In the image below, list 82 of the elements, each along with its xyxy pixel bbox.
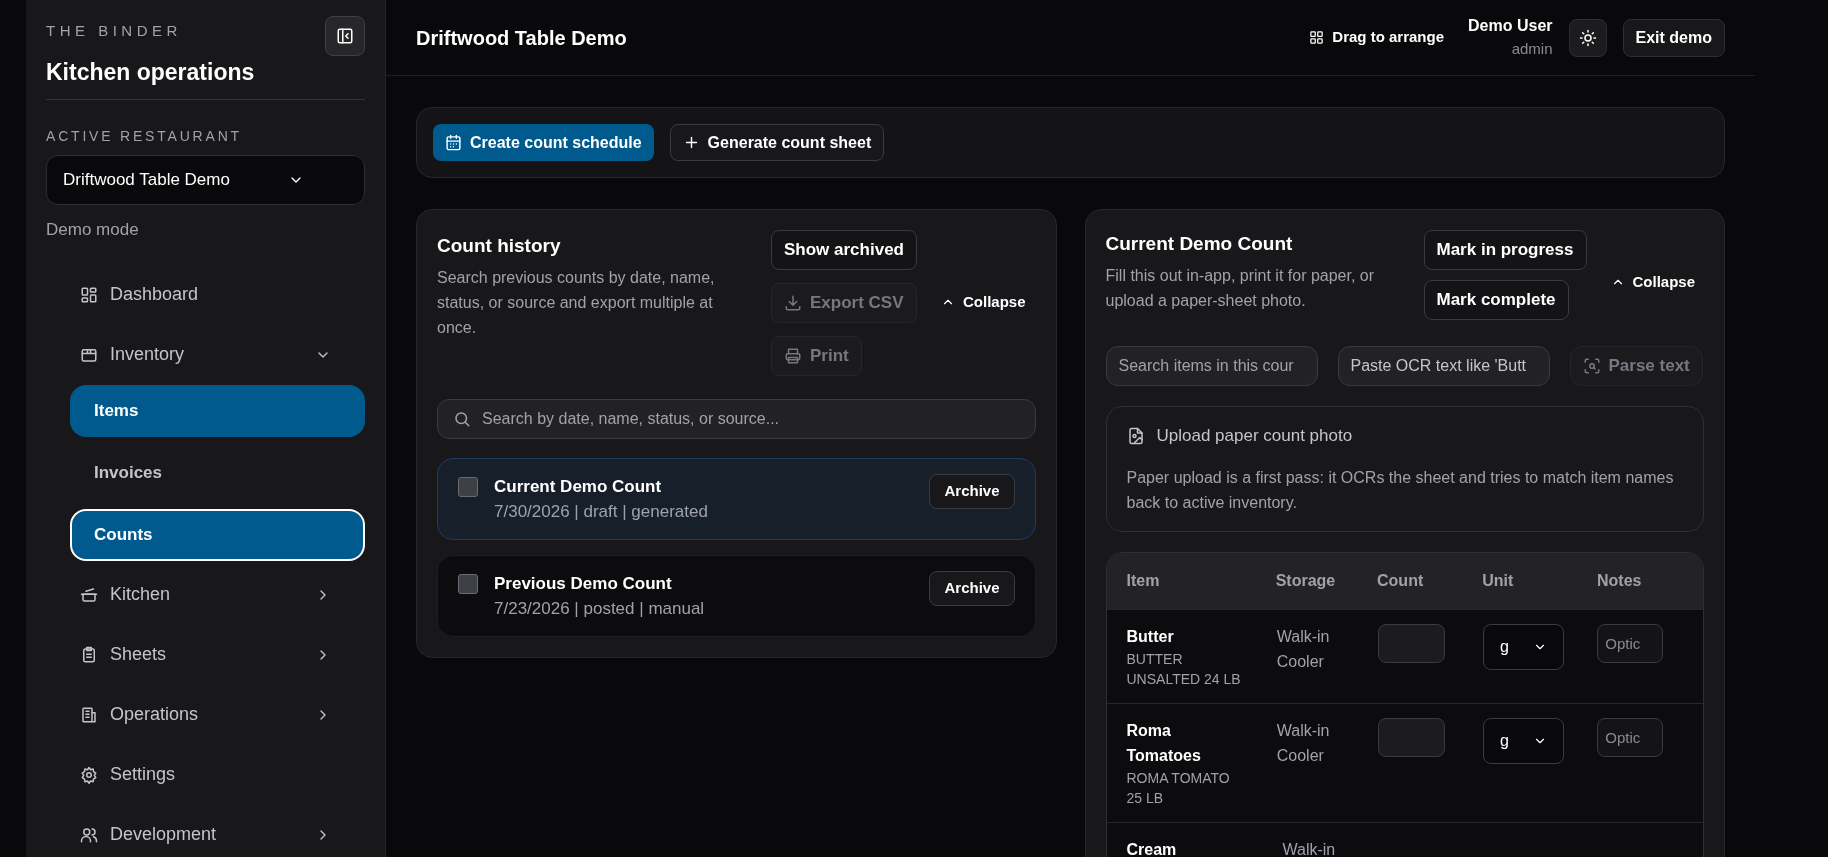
notes-field[interactable]: Optic [1597, 623, 1664, 663]
column-header: Notes [1596, 570, 1643, 591]
nav-subitem[interactable]: Counts [70, 508, 365, 561]
pot-icon [80, 585, 98, 604]
clipboard-icon [80, 645, 98, 664]
storage-location: Walk-in Cooler [1276, 626, 1331, 672]
item-code: ROMA TOMATO 25 LB [1126, 768, 1231, 808]
nav-item[interactable]: Inventory [46, 324, 365, 385]
user-role: admin [1511, 39, 1553, 60]
theme-toggle-button[interactable] [1568, 18, 1607, 57]
upload-note: Paper upload is a first pass: it OCRs the sheet and tries to match item names back to active inventory. [1126, 467, 1675, 513]
calendar-icon [445, 134, 462, 151]
brand-name: THE BINDER [46, 21, 183, 41]
count-field[interactable] [1378, 623, 1446, 663]
card-description: Fill this out in-app, print it for paper, or upload a paper-sheet photo. [1105, 265, 1376, 311]
count-name: Previous Demo Count [494, 572, 673, 595]
count-meta: 7/23/2026 | posted | manual [494, 598, 706, 620]
item-name: Roma Tomatoes [1126, 720, 1202, 766]
building-icon [80, 705, 98, 724]
count-card[interactable]: Current Demo Count 7/30/2026 | draft | generated Archive [437, 458, 1036, 540]
sun-icon [1578, 28, 1597, 47]
dashboard-grid-icon [80, 285, 98, 304]
collapse-sidebar-button[interactable] [325, 16, 365, 56]
archive-button[interactable]: Archive [929, 571, 1015, 606]
card-title: Count history [437, 234, 562, 258]
checkbox[interactable] [458, 477, 478, 497]
item-name: Cream [1126, 839, 1178, 857]
count-field[interactable] [1378, 717, 1446, 757]
column-header: Count [1377, 570, 1425, 591]
page-title: Driftwood Table Demo [416, 25, 628, 51]
status-button[interactable]: Mark complete [1423, 280, 1569, 320]
status-button[interactable]: Mark in progress [1423, 230, 1587, 270]
storage-location: Walk-in Cooler [1276, 720, 1331, 766]
column-header: Item [1126, 570, 1161, 591]
count-meta: 7/30/2026 | draft | generated [494, 501, 709, 523]
count-name: Current Demo Count [494, 475, 663, 498]
search-field[interactable]: Search by date, name, status, or source... [437, 399, 1036, 439]
users-icon [80, 825, 98, 844]
nav-item[interactable]: Kitchen [46, 564, 365, 625]
grid-icon [1309, 30, 1325, 45]
user-name: Demo User [1468, 16, 1553, 37]
card-description: Search previous counts by date, name, status, or source and export multiple at once. [437, 267, 716, 338]
download-icon [784, 294, 802, 312]
image-file-icon [1126, 426, 1145, 445]
collapse-button[interactable]: Collapse [941, 282, 1026, 322]
exit-demo-button[interactable]: Exit demo [1622, 18, 1725, 57]
unit-select[interactable]: g [1483, 623, 1565, 670]
app-title: Kitchen operations [46, 57, 255, 87]
restaurant-select[interactable]: Driftwood Table Demo [46, 155, 365, 205]
collapse-button[interactable]: Collapse [1610, 262, 1696, 302]
settings-icon [80, 765, 98, 784]
nav-subitem[interactable]: Invoices [70, 446, 365, 499]
column-header: Unit [1482, 570, 1515, 591]
action-button[interactable]: Show archived [771, 230, 917, 270]
nav-item[interactable]: Operations [46, 684, 365, 745]
upload-photo-button[interactable]: Upload paper count photo [1126, 423, 1353, 449]
nav-item[interactable]: Settings [46, 744, 365, 805]
item-name: Butter [1126, 626, 1175, 647]
search-field[interactable]: Search items in this cour [1105, 346, 1318, 386]
nav-item[interactable]: Development [46, 804, 365, 857]
ocr-text-field[interactable]: Paste OCR text like 'Butt [1337, 346, 1550, 386]
count-card[interactable]: Previous Demo Count 7/23/2026 | posted | manual Archive [437, 555, 1036, 637]
nav-item[interactable]: Sheets [46, 624, 365, 685]
mode-label: Demo mode [46, 219, 140, 241]
storage-location: Walk-in [1282, 839, 1337, 857]
scan-icon [1582, 357, 1601, 375]
unit-select[interactable]: g [1483, 717, 1565, 764]
checkbox[interactable] [458, 574, 478, 594]
card-title: Current Demo Count [1105, 232, 1294, 256]
section-label: ACTIVE RESTAURANT [46, 127, 243, 146]
panel-icon [336, 27, 354, 45]
nav-subitem[interactable]: Items [70, 384, 365, 437]
secondary-button[interactable]: Generate count sheet [669, 124, 885, 161]
item-code: BUTTER UNSALTED 24 LB [1126, 649, 1241, 689]
column-header: Storage [1275, 570, 1337, 591]
primary-button[interactable]: Create count schedule [433, 124, 654, 161]
nav-item[interactable]: Dashboard [46, 264, 365, 325]
drag-to-arrange-button[interactable]: Drag to arrange [1309, 26, 1445, 49]
notes-field[interactable]: Optic [1597, 717, 1664, 757]
printer-icon [784, 347, 802, 365]
archive-button[interactable]: Archive [929, 474, 1015, 509]
search-icon [453, 410, 471, 428]
